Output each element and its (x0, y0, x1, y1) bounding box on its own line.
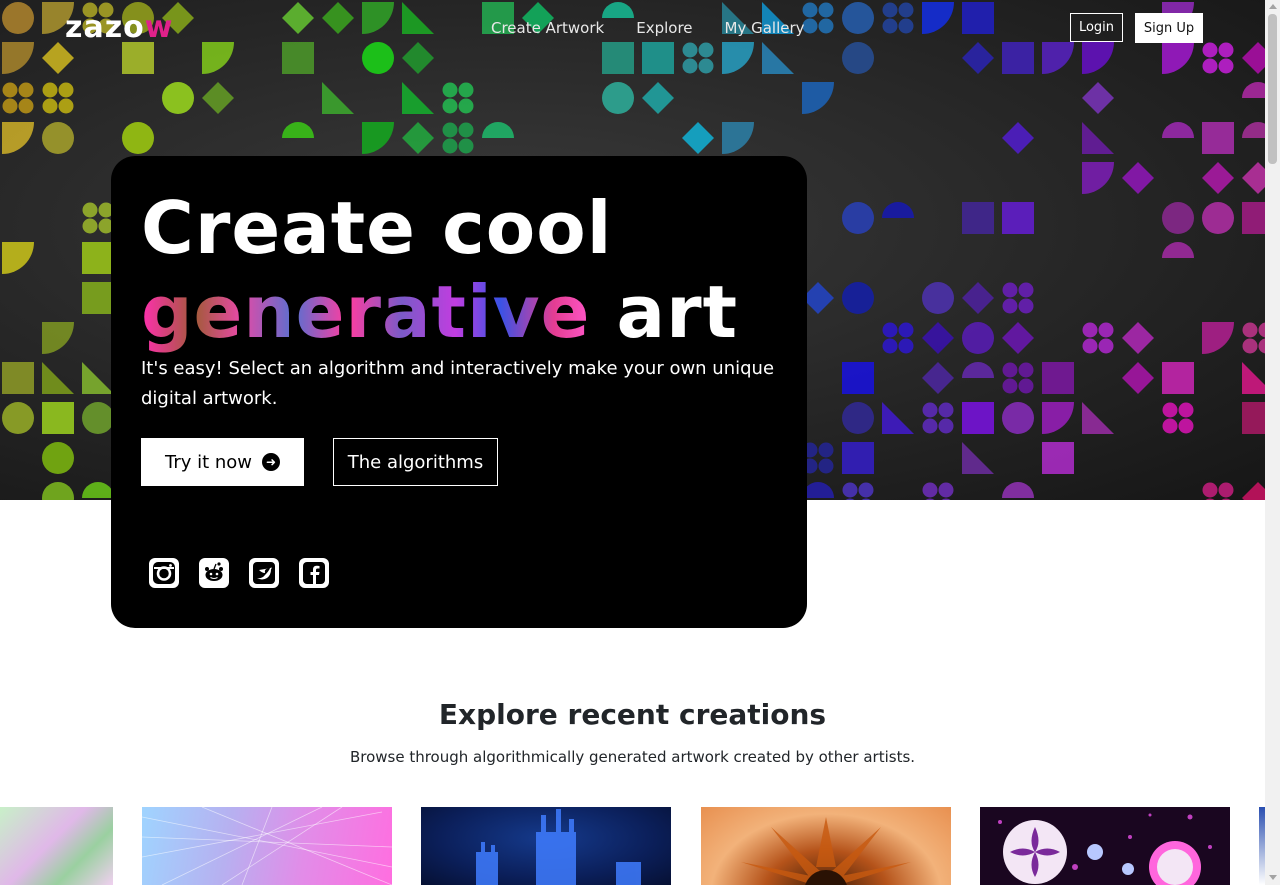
hero-title-line1: Create cool (141, 186, 613, 270)
top-navbar: zazow Create Artwork Explore My Gallery … (0, 0, 1265, 56)
section-title: Explore recent creations (438, 698, 827, 731)
thumbnail-art (741, 817, 911, 885)
scrollbar-thumb[interactable] (1268, 14, 1277, 164)
hero-title: Create cool generative art (141, 186, 738, 354)
logo[interactable]: zazow (65, 10, 174, 45)
nav-links: Create Artwork Explore My Gallery (491, 19, 805, 37)
twitter-icon[interactable] (249, 558, 279, 588)
try-it-now-label: Try it now (164, 451, 253, 473)
nav-link-my-gallery[interactable]: My Gallery (725, 19, 805, 37)
login-button[interactable]: Login (1070, 13, 1123, 42)
hero-title-accent: generative (141, 270, 591, 354)
social-links (149, 558, 329, 588)
nav-link-explore[interactable]: Explore (636, 19, 692, 37)
hero-lead: It's easy! Select an algorithm and inter… (141, 358, 775, 409)
gallery-thumbnail[interactable] (0, 807, 113, 885)
scroll-down-icon[interactable] (1269, 875, 1277, 880)
arrow-right-circle-icon: ➜ (262, 453, 281, 471)
gallery-thumbnail[interactable] (980, 807, 1230, 885)
signup-button[interactable]: Sign Up (1135, 13, 1203, 43)
facebook-icon[interactable] (299, 558, 329, 588)
thumbnail-art (998, 813, 1212, 885)
hero-title-end: art (616, 270, 739, 354)
section-subtitle: Browse through algorithmically generated… (349, 748, 916, 766)
gallery-thumbnail[interactable] (421, 807, 671, 885)
page-scrollbar[interactable] (1265, 0, 1280, 885)
logo-text: zazo (65, 10, 145, 45)
thumbnail-art (476, 809, 641, 885)
gallery-thumbnail[interactable] (701, 807, 951, 885)
hero-card: Create cool generative art It's easy! Se… (111, 156, 807, 628)
gallery-thumbnail[interactable] (142, 807, 392, 885)
reddit-icon[interactable] (199, 558, 229, 588)
scroll-up-icon[interactable] (1269, 4, 1277, 9)
try-it-now-button[interactable]: Try it now ➜ (141, 438, 304, 486)
instagram-icon[interactable] (149, 558, 179, 588)
logo-accent: w (144, 10, 174, 45)
thumbnail-art (142, 807, 392, 885)
algorithms-button[interactable]: The algorithms (333, 438, 498, 486)
nav-link-create-artwork[interactable]: Create Artwork (491, 19, 604, 37)
